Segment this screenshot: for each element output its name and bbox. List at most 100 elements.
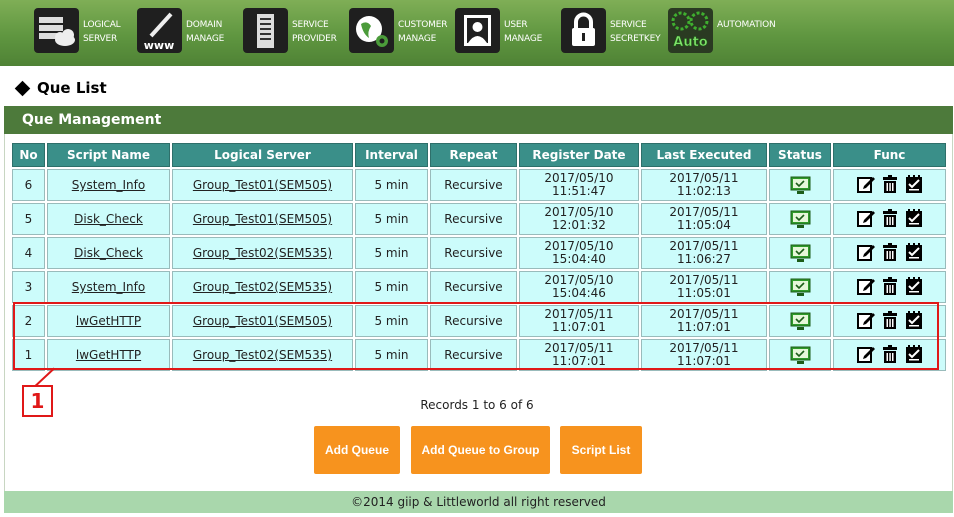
www-pen-icon: www (137, 8, 182, 53)
cell-interval: 5 min (355, 169, 428, 201)
cell-interval: 5 min (355, 237, 428, 269)
add-queue-button[interactable]: Add Queue (314, 426, 400, 474)
cell-repeat: Recursive (430, 271, 517, 303)
highlight-rectangle (13, 302, 939, 370)
cell-no: 5 (12, 203, 45, 235)
cell-script-name: System_Info (47, 271, 170, 303)
column-header-register-date: Register Date (519, 143, 639, 167)
cell-interval: 5 min (355, 271, 428, 303)
page: LOGICAL SERVER www DOMAIN MANAGE SERVICE… (0, 0, 954, 517)
cell-script-name: System_Info (47, 169, 170, 201)
cell-last-executed: 2017/05/11 11:05:04 (641, 203, 767, 235)
nav-service-secretkey[interactable]: SERVICE SECRETKEY (561, 8, 661, 58)
nav-label: SERVICE PROVIDER (292, 20, 337, 44)
auto-gears-icon: Auto (668, 8, 713, 53)
cell-interval: 5 min (355, 203, 428, 235)
nav-label: LOGICAL SERVER (83, 20, 121, 44)
logical-server-link[interactable]: Group_Test02(SEM535) (193, 280, 332, 294)
globe-gear-icon (349, 8, 394, 53)
cell-no: 6 (12, 169, 45, 201)
cell-func (833, 203, 946, 235)
logical-server-link[interactable]: Group_Test01(SEM505) (193, 212, 332, 226)
trash-icon[interactable] (880, 276, 900, 296)
register-time: 11:51:47 (552, 184, 606, 198)
user-portrait-icon (455, 8, 500, 53)
cell-no: 3 (12, 271, 45, 303)
script-name-link[interactable]: System_Info (72, 178, 145, 192)
nav-label: USER MANAGE (504, 20, 543, 44)
logical-server-link[interactable]: Group_Test02(SEM535) (193, 246, 332, 260)
cell-last-executed: 2017/05/11 11:06:27 (641, 237, 767, 269)
server-cloud-icon (34, 8, 79, 53)
script-name-link[interactable]: System_Info (72, 280, 145, 294)
register-time: 12:01:32 (552, 218, 606, 232)
trash-icon[interactable] (880, 174, 900, 194)
monitor-check-icon[interactable] (790, 210, 811, 229)
column-header-no: No (12, 143, 45, 167)
edit-icon[interactable] (856, 174, 876, 194)
trash-icon[interactable] (880, 208, 900, 228)
cell-status (769, 169, 831, 201)
nav-automation[interactable]: Auto AUTOMATION (668, 8, 776, 58)
table-row: 6 System_Info Group_Test01(SEM505) 5 min… (12, 169, 946, 201)
cell-register-date: 2017/05/10 15:04:46 (519, 271, 639, 303)
logical-server-link[interactable]: Group_Test01(SEM505) (193, 178, 332, 192)
script-name-link[interactable]: Disk_Check (74, 212, 143, 226)
cell-func (833, 169, 946, 201)
cell-func (833, 271, 946, 303)
nav-label: AUTOMATION (717, 20, 776, 30)
footer: ©2014 giip & Littleworld all right reser… (4, 491, 953, 513)
nav-label: SERVICE SECRETKEY (610, 20, 661, 44)
cell-register-date: 2017/05/10 12:01:32 (519, 203, 639, 235)
schedule-notepad-icon[interactable] (904, 208, 924, 228)
monitor-check-icon[interactable] (790, 176, 811, 195)
nav-label: CUSTOMER MANAGE (398, 20, 448, 44)
last-executed-time: 11:02:13 (677, 184, 731, 198)
auto-icon-text: Auto (673, 35, 708, 50)
column-header-logical-server: Logical Server (172, 143, 353, 167)
edit-icon[interactable] (856, 242, 876, 262)
cell-status (769, 271, 831, 303)
nav-service-provider[interactable]: SERVICE PROVIDER (243, 8, 337, 58)
script-list-button[interactable]: Script List (560, 426, 642, 474)
table-row: 4 Disk_Check Group_Test02(SEM535) 5 min … (12, 237, 946, 269)
cell-logical-server: Group_Test02(SEM535) (172, 271, 353, 303)
nav-logical-server[interactable]: LOGICAL SERVER (34, 8, 121, 58)
trash-icon[interactable] (880, 242, 900, 262)
nav-user-manage[interactable]: USER MANAGE (455, 8, 542, 58)
column-header-status: Status (769, 143, 831, 167)
nav-label: DOMAIN MANAGE (186, 20, 225, 44)
column-header-script-name: Script Name (47, 143, 170, 167)
cell-no: 4 (12, 237, 45, 269)
cell-func (833, 237, 946, 269)
script-name-link[interactable]: Disk_Check (74, 246, 143, 260)
schedule-notepad-icon[interactable] (904, 242, 924, 262)
building-icon (243, 8, 288, 53)
column-header-interval: Interval (355, 143, 428, 167)
nav-domain-manage[interactable]: www DOMAIN MANAGE (137, 8, 224, 58)
edit-icon[interactable] (856, 208, 876, 228)
cell-repeat: Recursive (430, 203, 517, 235)
page-title-text: Que List (37, 79, 107, 97)
schedule-notepad-icon[interactable] (904, 276, 924, 296)
cell-repeat: Recursive (430, 169, 517, 201)
cell-script-name: Disk_Check (47, 237, 170, 269)
edit-icon[interactable] (856, 276, 876, 296)
cell-logical-server: Group_Test02(SEM535) (172, 237, 353, 269)
records-count: Records 1 to 6 of 6 (420, 398, 534, 412)
cell-last-executed: 2017/05/11 11:05:01 (641, 271, 767, 303)
cell-logical-server: Group_Test01(SEM505) (172, 203, 353, 235)
svg-text:www: www (144, 39, 175, 52)
padlock-icon (561, 8, 606, 53)
diamond-bullet-icon (14, 80, 31, 96)
last-executed-time: 11:05:04 (677, 218, 731, 232)
register-time: 15:04:40 (552, 252, 606, 266)
cell-register-date: 2017/05/10 15:04:40 (519, 237, 639, 269)
monitor-check-icon[interactable] (790, 244, 811, 263)
nav-customer-manage[interactable]: CUSTOMER MANAGE (349, 8, 447, 58)
cell-repeat: Recursive (430, 237, 517, 269)
cell-script-name: Disk_Check (47, 203, 170, 235)
schedule-notepad-icon[interactable] (904, 174, 924, 194)
add-queue-to-group-button[interactable]: Add Queue to Group (411, 426, 550, 474)
monitor-check-icon[interactable] (790, 278, 811, 297)
